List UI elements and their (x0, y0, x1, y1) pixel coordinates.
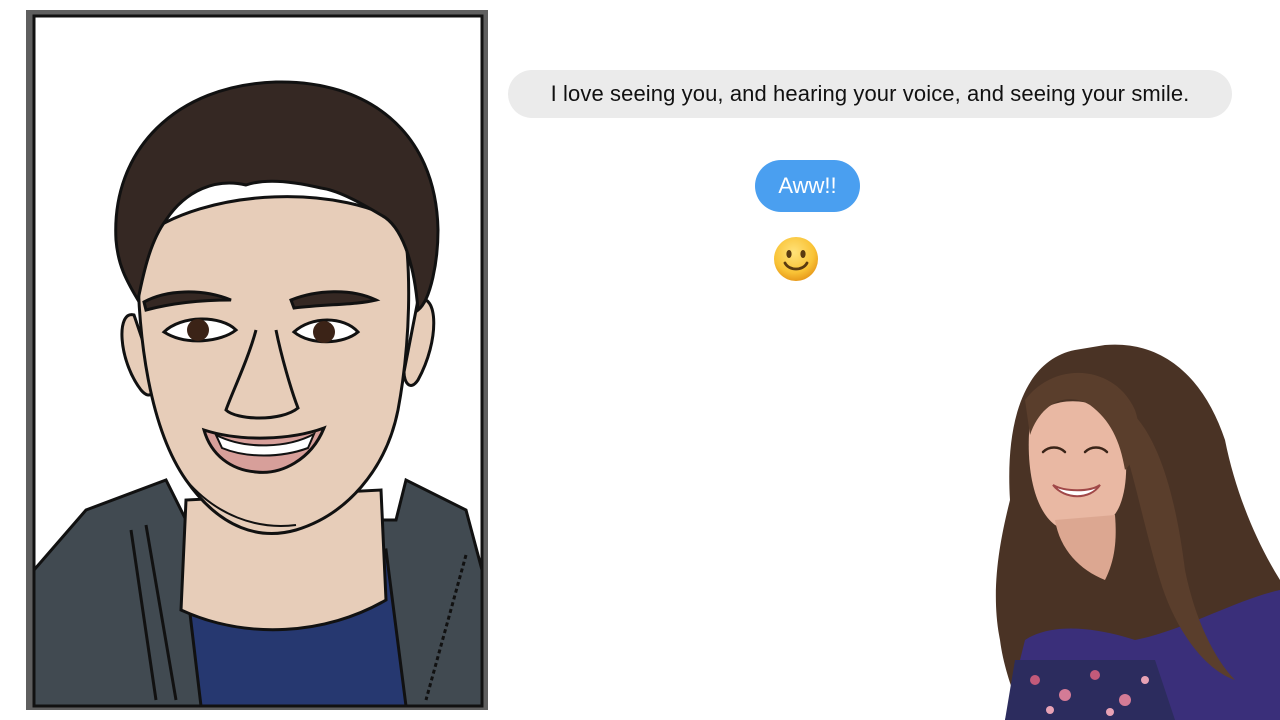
sent-message-bubble: Aww!! (755, 160, 860, 212)
conversation-scene: I love seeing you, and hearing your voic… (0, 0, 1280, 720)
sent-message-text: Aww!! (778, 173, 837, 198)
received-message-text: I love seeing you, and hearing your voic… (550, 81, 1190, 106)
received-message-bubble: I love seeing you, and hearing your voic… (508, 70, 1232, 118)
smiling-face-emoji-icon (774, 237, 818, 281)
smiling-woman-photo (995, 344, 1280, 720)
cartoon-man-illustration (32, 14, 484, 708)
cartoon-portrait (26, 10, 488, 710)
